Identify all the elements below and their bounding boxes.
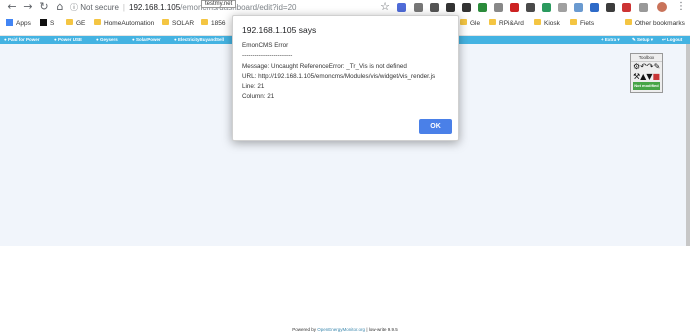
footer-link[interactable]: OpenEnergyMonitor.org — [317, 327, 365, 332]
scrollbar[interactable] — [686, 44, 690, 246]
page-footer: Powered by OpenEnergyMonitor.org | low-w… — [0, 325, 690, 335]
extension-icon[interactable] — [558, 3, 567, 12]
bookmark-item[interactable]: SOLAR — [162, 18, 194, 30]
folder-icon — [489, 19, 496, 26]
extension-icon[interactable] — [622, 3, 631, 12]
folder-icon — [94, 19, 101, 26]
extension-icon[interactable] — [606, 3, 615, 12]
url-host: 192.168.1.105 — [129, 3, 181, 12]
wrench-icon[interactable]: ⚒ — [633, 73, 640, 81]
extension-icon[interactable] — [462, 3, 471, 12]
divider: | — [122, 3, 125, 12]
dialog-title: 192.168.1.105 says — [242, 25, 317, 35]
extension-icon[interactable] — [430, 3, 439, 12]
info-icon[interactable]: ⓘ — [70, 3, 78, 12]
toolbox-title: Toolbox — [631, 54, 662, 62]
folder-icon — [460, 19, 467, 26]
footer-prefix: Powered by — [292, 327, 316, 332]
bookmark-item[interactable]: Kiosk — [534, 18, 560, 30]
security-label: Not secure — [80, 3, 119, 12]
menu-item-electricity[interactable]: ● ElectricityBuyandSell — [174, 36, 224, 44]
bookmark-item[interactable]: S — [40, 18, 54, 30]
bookmark-item[interactable]: Fiets — [570, 18, 594, 30]
extension-icon[interactable] — [639, 3, 648, 12]
bookmark-apps[interactable]: Apps — [6, 18, 31, 30]
apps-icon — [6, 18, 13, 26]
extension-icon[interactable] — [590, 3, 599, 12]
extension-icon[interactable] — [574, 3, 583, 12]
menu-item-solarpower[interactable]: ● SolarPower — [132, 36, 161, 44]
bookmark-icon — [40, 18, 47, 26]
toolbox-row: ⚙ ↶ ↷ ✎ — [631, 62, 662, 72]
undo-icon[interactable]: ↶ — [640, 63, 647, 71]
url-path: /emoncms/dashboard/edit?id=20 — [180, 3, 297, 12]
folder-icon — [625, 19, 632, 26]
bookmark-other[interactable]: Other bookmarks — [625, 18, 685, 30]
ok-button[interactable]: OK — [419, 119, 452, 134]
home-icon[interactable]: ⌂ — [54, 1, 66, 13]
toolbox-panel[interactable]: Toolbox ⚙ ↶ ↷ ✎ ⚒ ▲ ▼ ■ Not modified — [630, 53, 663, 93]
status-badge: Not modified — [633, 82, 660, 90]
edit-icon[interactable]: ✎ — [654, 63, 661, 71]
folder-icon — [66, 19, 73, 26]
extension-icon[interactable] — [446, 3, 455, 12]
bookmark-item[interactable]: HomeAutomation — [94, 18, 154, 30]
logout-button[interactable]: ↩ Logout — [662, 36, 682, 44]
bookmark-item[interactable]: Gle — [460, 18, 480, 30]
folder-icon — [534, 19, 541, 26]
alert-dialog: 192.168.1.105 says EmonCMS Error -------… — [232, 15, 459, 141]
dropbox-icon[interactable] — [397, 3, 406, 12]
dialog-message: EmonCMS Error ------------------------ M… — [242, 42, 436, 101]
bookmark-item[interactable]: RPi&Ard — [489, 18, 524, 30]
forward-icon[interactable]: → — [22, 1, 34, 13]
back-icon[interactable]: ← — [6, 1, 18, 13]
bookmark-item[interactable]: GE — [66, 18, 85, 30]
toolbox-row: ⚒ ▲ ▼ ■ — [631, 72, 662, 82]
menu-extra[interactable]: + Extra ▾ — [601, 36, 620, 44]
extension-icon[interactable] — [526, 3, 535, 12]
menu-item-geysers[interactable]: ● Geysers — [96, 36, 118, 44]
redo-icon[interactable]: ↷ — [647, 63, 654, 71]
extension-icon[interactable] — [542, 3, 551, 12]
folder-icon — [570, 19, 577, 26]
extension-icon[interactable] — [414, 3, 423, 12]
menu-item-paid-for-power[interactable]: ● Paid for Power — [4, 36, 39, 44]
trash-icon[interactable]: ■ — [652, 73, 660, 81]
folder-icon — [201, 19, 208, 26]
menu-setup[interactable]: ✎ Setup ▾ — [632, 36, 653, 44]
menu-icon[interactable]: ⋮ — [676, 1, 686, 13]
reload-icon[interactable]: ↻ — [38, 1, 50, 13]
folder-icon — [162, 19, 169, 26]
menu-item-power-use[interactable]: ● Power USE — [54, 36, 82, 44]
avatar[interactable] — [657, 2, 667, 12]
footer-suffix: | low-write 9.9.5 — [366, 327, 398, 332]
extension-icon[interactable] — [478, 3, 487, 12]
url-tooltip: testmy.net — [201, 0, 237, 8]
bookmark-item[interactable]: 1856 — [201, 18, 225, 30]
extension-icon[interactable] — [494, 3, 503, 12]
extension-icon[interactable] — [510, 3, 519, 12]
star-icon[interactable]: ☆ — [379, 1, 391, 13]
